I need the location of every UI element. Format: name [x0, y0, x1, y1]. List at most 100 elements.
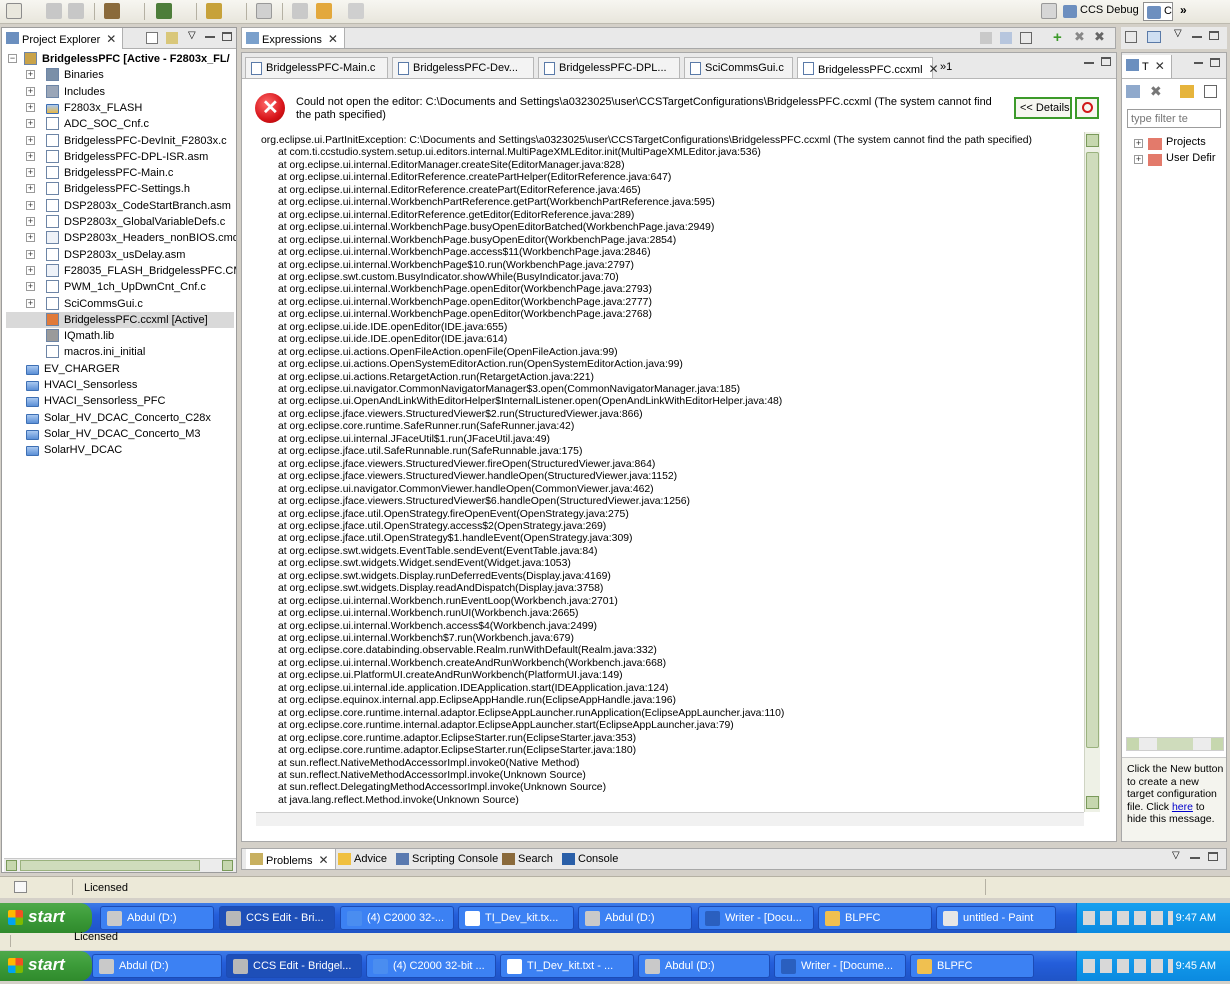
- tree-item[interactable]: + DSP2803x_Headers_nonBIOS.cmd: [6, 230, 236, 246]
- scroll-down-icon[interactable]: [1086, 796, 1099, 809]
- save-icon[interactable]: [46, 3, 62, 19]
- filter-input[interactable]: [1127, 109, 1221, 128]
- trace-horizontal-scrollbar[interactable]: [256, 812, 1084, 826]
- tab-problems[interactable]: Problems ✕: [246, 849, 336, 869]
- maximize-icon[interactable]: [1101, 57, 1111, 66]
- new-expression-icon[interactable]: [980, 32, 992, 44]
- tree-item[interactable]: + PWM_1ch_UpDwnCnt_Cnf.c: [6, 279, 234, 295]
- tree-item[interactable]: macros.ini_initial: [6, 344, 234, 360]
- taskbar-button[interactable]: (4) C2000 32-bit ...: [366, 954, 496, 978]
- start-button[interactable]: start: [0, 903, 92, 933]
- tree-item[interactable]: + SciCommsGui.c: [6, 296, 234, 312]
- stack-trace-text[interactable]: org.eclipse.ui.PartInitException: C:\Doc…: [256, 132, 1086, 812]
- scroll-left-icon[interactable]: [6, 860, 17, 871]
- expand-icon[interactable]: +: [26, 86, 35, 96]
- close-icon[interactable]: ✕: [318, 853, 328, 867]
- more-perspectives-button[interactable]: »: [1180, 3, 1187, 17]
- new-icon[interactable]: [6, 3, 22, 19]
- collapse-expressions-icon[interactable]: [1000, 32, 1012, 44]
- minimize-icon[interactable]: [1084, 62, 1094, 64]
- perspective-ccs-edit[interactable]: C: [1143, 2, 1173, 21]
- editor-tab[interactable]: BridgelessPFC-DPL...: [538, 57, 680, 78]
- editor-overflow-indicator[interactable]: »1: [940, 61, 952, 73]
- expand-icon[interactable]: +: [26, 265, 35, 275]
- expand-icon[interactable]: +: [26, 184, 35, 194]
- collapse-all-icon[interactable]: [146, 32, 158, 44]
- help-button[interactable]: [1075, 97, 1099, 119]
- expand-icon[interactable]: +: [26, 298, 35, 308]
- tab-project-explorer[interactable]: Project Explorer ✕: [2, 28, 124, 49]
- forward-arrow-icon[interactable]: [348, 3, 364, 19]
- view-menu-icon[interactable]: ▽: [1174, 28, 1182, 39]
- taskbar-button[interactable]: Abdul (D:): [100, 906, 214, 930]
- tree-item[interactable]: Solar_HV_DCAC_Concerto_C28x: [6, 410, 234, 426]
- toggle-icon[interactable]: [256, 3, 272, 19]
- tab-target-configurations[interactable]: T ✕: [1122, 55, 1172, 78]
- scroll-right-icon[interactable]: [222, 860, 233, 871]
- add-icon[interactable]: +: [1053, 29, 1062, 46]
- tree-horizontal-scrollbar[interactable]: [4, 858, 236, 872]
- trace-vertical-scrollbar[interactable]: [1084, 132, 1100, 812]
- tray-icons[interactable]: [1083, 911, 1173, 925]
- expand-icon[interactable]: +: [26, 151, 35, 161]
- taskbar-button[interactable]: Writer - [Docume...: [774, 954, 906, 978]
- open-perspective-icon[interactable]: [1041, 3, 1057, 19]
- expand-icon[interactable]: +: [26, 168, 35, 178]
- tree-item[interactable]: + BridgelessPFC-DevInit_F2803x.c: [6, 133, 234, 149]
- close-icon[interactable]: ✕: [106, 32, 116, 46]
- tree-item[interactable]: + F28035_FLASH_BridgelessPFC.CMD: [6, 263, 236, 279]
- taskbar-button[interactable]: Writer - [Docu...: [698, 906, 814, 930]
- tree-item[interactable]: SolarHV_DCAC: [6, 442, 234, 458]
- tree-item[interactable]: + DSP2803x_CodeStartBranch.asm: [6, 198, 234, 214]
- tree-item[interactable]: + BridgelessPFC-DPL-ISR.asm: [6, 149, 234, 165]
- expand-icon[interactable]: +: [26, 233, 35, 243]
- tree-item[interactable]: BridgelessPFC.ccxml [Active]: [6, 311, 234, 328]
- right-horizontal-scrollbar[interactable]: [1126, 737, 1224, 751]
- tab-console[interactable]: Console: [558, 849, 624, 869]
- save-all-icon[interactable]: [68, 3, 84, 19]
- remove-all-icon[interactable]: ✖: [1094, 29, 1105, 45]
- tree-item[interactable]: + Binaries: [6, 67, 234, 83]
- maximize-icon[interactable]: [1209, 31, 1219, 40]
- scroll-thumb[interactable]: [1157, 738, 1193, 750]
- layout-icon[interactable]: [1125, 31, 1137, 43]
- expand-icon[interactable]: +: [26, 70, 35, 80]
- hide-message-link[interactable]: here: [1172, 801, 1193, 813]
- taskbar-button[interactable]: CCS Edit - Bri...: [219, 906, 335, 930]
- tree-item-user-defined[interactable]: + User Defir: [1134, 152, 1226, 168]
- taskbar-button[interactable]: untitled - Paint: [936, 906, 1056, 930]
- taskbar-button[interactable]: (4) C2000 32-...: [340, 906, 454, 930]
- expand-icon[interactable]: +: [26, 135, 35, 145]
- perspective-ccs-debug[interactable]: CCS Debug: [1060, 2, 1142, 21]
- taskbar-button[interactable]: TI_Dev_kit.txt - ...: [500, 954, 634, 978]
- taskbar-button[interactable]: TI_Dev_kit.tx...: [458, 906, 574, 930]
- tree-item[interactable]: HVACI_Sensorless: [6, 377, 234, 393]
- tree-item[interactable]: − BridgelessPFC [Active - F2803x_FL/: [6, 51, 234, 67]
- expand-icon[interactable]: +: [26, 217, 35, 226]
- new-target-config-icon[interactable]: [1126, 85, 1140, 98]
- tree-item[interactable]: HVACI_Sensorless_PFC: [6, 393, 234, 409]
- tree-item[interactable]: + F2803x_FLASH: [6, 100, 234, 116]
- expand-icon[interactable]: +: [26, 119, 35, 129]
- tree-item[interactable]: + ADC_SOC_Cnf.c: [6, 116, 234, 132]
- tab-advice[interactable]: Advice: [334, 849, 393, 869]
- maximize-icon[interactable]: [1210, 58, 1220, 67]
- start-button[interactable]: start: [0, 951, 92, 981]
- close-icon[interactable]: ✕: [929, 62, 939, 76]
- details-button[interactable]: << Details: [1014, 97, 1072, 119]
- link-icon[interactable]: [1180, 85, 1194, 98]
- scroll-thumb[interactable]: [20, 860, 200, 871]
- taskbar-button[interactable]: Abdul (D:): [92, 954, 222, 978]
- taskbar-button[interactable]: CCS Edit - Bridgel...: [226, 954, 362, 978]
- tab-expressions[interactable]: Expressions ✕: [242, 28, 345, 48]
- expand-icon[interactable]: +: [26, 249, 35, 259]
- select-all-icon[interactable]: [1020, 32, 1032, 44]
- tree-item[interactable]: + DSP2803x_usDelay.asm: [6, 247, 234, 263]
- tree-item[interactable]: IQmath.lib: [6, 328, 234, 344]
- fast-view-icon[interactable]: [14, 881, 27, 893]
- taskbar-button[interactable]: BLPFC: [910, 954, 1034, 978]
- expand-icon[interactable]: +: [26, 102, 35, 112]
- expand-icon[interactable]: [1147, 31, 1161, 43]
- view-menu-icon[interactable]: ▽: [1172, 850, 1180, 861]
- maximize-icon[interactable]: [1208, 852, 1218, 861]
